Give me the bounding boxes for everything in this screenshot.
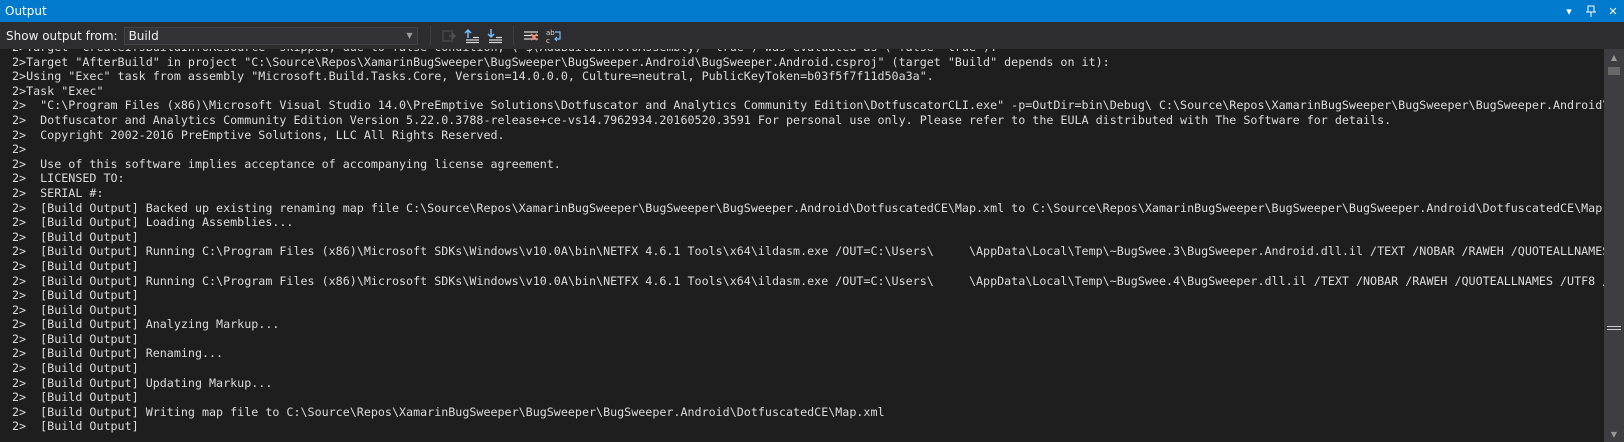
scrollbar-marker (1607, 329, 1621, 330)
output-line: 2> [Build Output] (12, 302, 139, 317)
clear-all-button[interactable] (520, 25, 542, 47)
vertical-scrollbar[interactable]: ▲ ▼ (1604, 49, 1624, 442)
svg-text:ab: ab (546, 29, 555, 37)
scrollbar-marker (1607, 326, 1621, 327)
output-text-pane[interactable]: 2>Target "CreateIfsBuildInfoResource" sk… (0, 49, 1604, 442)
pin-icon[interactable] (1580, 0, 1602, 22)
output-line: 2> [Build Output] Renaming... (12, 346, 224, 361)
svg-text:c: c (546, 37, 550, 44)
show-output-from-label: Show output from: (6, 28, 118, 43)
output-line: 2> [Build Output] Running C:\Program Fil… (12, 273, 1604, 288)
output-line: 2> [Build Output] Loading Assemblies... (12, 215, 294, 230)
output-line: 2> SERIAL #: (12, 185, 104, 200)
previous-message-button[interactable] (461, 25, 483, 47)
output-lines: 2>Target "CreateIfsBuildInfoResource" sk… (12, 49, 1604, 434)
toolbar-separator (429, 26, 431, 45)
scroll-down-arrow-icon[interactable]: ▼ (1604, 426, 1624, 442)
output-source-selected-value: Build (128, 28, 159, 43)
previous-message-icon (464, 28, 479, 43)
pin-icon-svg (1586, 5, 1596, 17)
output-line: 2> [Build Output] Running C:\Program Fil… (12, 244, 1604, 259)
output-source-select[interactable]: Build ▼ (123, 26, 418, 45)
output-line: 2> Use of this software implies acceptan… (12, 156, 561, 171)
toolbar-separator (512, 26, 514, 45)
go-to-location-icon (442, 30, 456, 41)
next-message-button[interactable] (484, 25, 506, 47)
output-line: 2>Task "Exec" (12, 83, 104, 98)
output-line: 2> "C:\Program Files (x86)\Microsoft Vis… (12, 98, 1604, 113)
output-window-titlebar: Output ▾ ✕ (0, 0, 1624, 22)
output-line: 2> [Build Output] (12, 361, 139, 376)
window-title: Output (5, 4, 47, 18)
output-line: 2> [Build Output] (12, 229, 139, 244)
output-line: 2> [Build Output] (12, 258, 139, 273)
output-line: 2> [Build Output] (12, 331, 139, 346)
scroll-up-arrow-icon[interactable]: ▲ (1604, 49, 1624, 65)
output-line: 2> Copyright 2002-2016 PreEmptive Soluti… (12, 127, 505, 142)
word-wrap-button[interactable]: ab c (543, 25, 565, 47)
output-line: 2> LICENSED TO: (12, 171, 125, 186)
window-menu-dropdown-icon[interactable]: ▾ (1558, 0, 1580, 22)
output-line: 2> [Build Output] (12, 288, 139, 303)
output-line: 2>Target "AfterBuild" in project "C:\Sou… (12, 54, 1110, 69)
output-line: 2> [Build Output] Updating Markup... (12, 375, 273, 390)
word-wrap-icon: ab c (546, 29, 561, 44)
next-message-icon (487, 28, 502, 43)
output-line: 2> Dotfuscator and Analytics Community E… (12, 112, 1392, 127)
output-line: 2> [Build Output] (12, 419, 139, 434)
chevron-down-icon: ▼ (406, 31, 413, 40)
close-icon[interactable]: ✕ (1602, 0, 1624, 22)
output-line: 2> (12, 142, 27, 157)
output-line: 2> [Build Output] Backed up existing ren… (12, 200, 1604, 215)
output-line: 2> [Build Output] Writing map file to C:… (12, 404, 885, 419)
clear-all-icon (523, 30, 538, 41)
output-line: 2> [Build Output] Analyzing Markup... (12, 317, 280, 332)
output-line: 2> [Build Output] (12, 390, 139, 405)
output-toolbar: Show output from: Build ▼ ab c (0, 22, 1624, 49)
go-to-location-button[interactable] (438, 25, 460, 47)
scrollbar-thumb[interactable] (1608, 67, 1620, 75)
output-line: 2>Using "Exec" task from assembly "Micro… (12, 69, 934, 84)
